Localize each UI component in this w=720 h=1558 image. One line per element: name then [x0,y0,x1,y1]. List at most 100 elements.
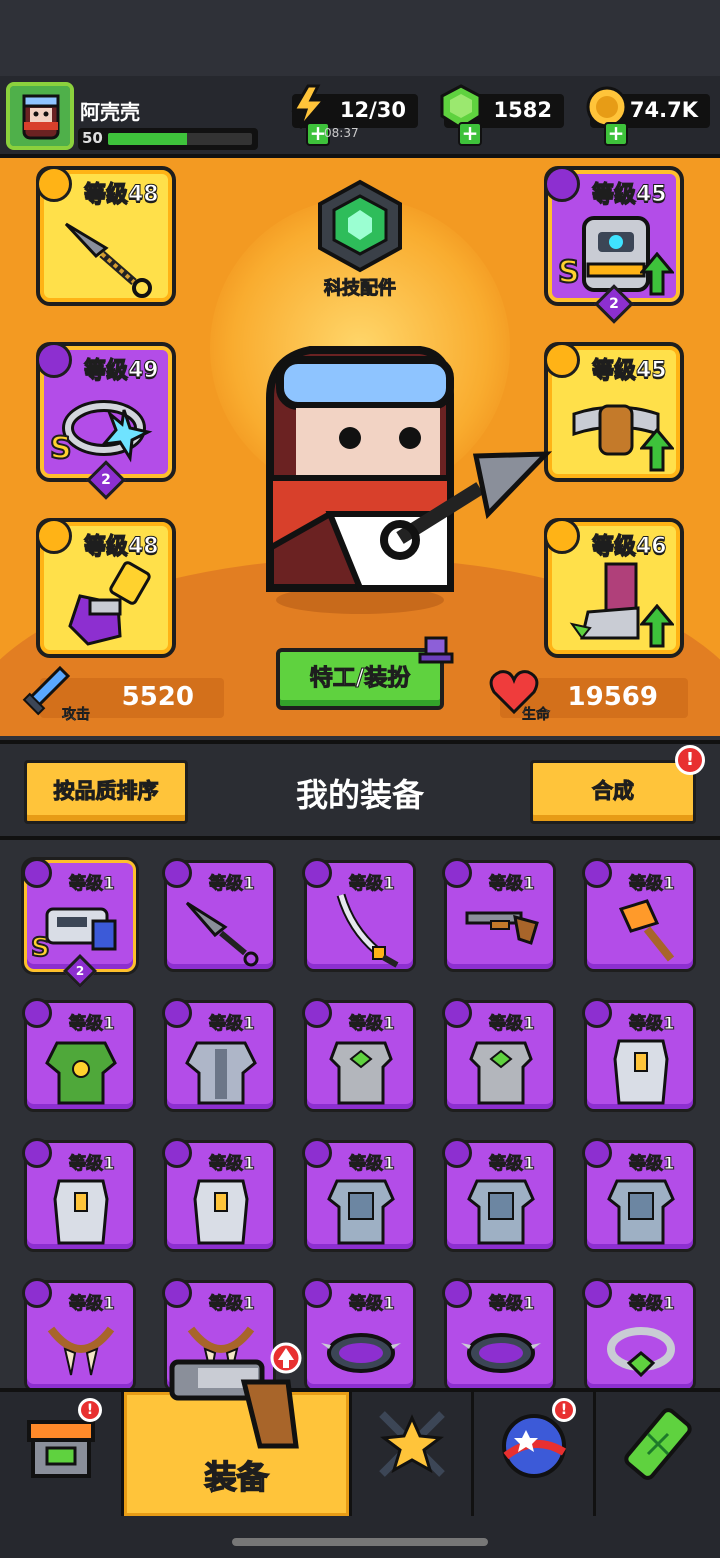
ninja-avatar-icon [10,86,70,146]
kunai-icon [64,222,152,298]
category-icon [162,858,192,888]
challenge-alert-badge: ! [552,1398,576,1422]
nav-equipment[interactable]: 装备 [124,1342,352,1516]
equipped-weapon-slot[interactable]: 等级48 [36,166,176,306]
equipment-item[interactable]: 等级1 [582,858,696,972]
armor-tier: S [557,254,581,291]
equipment-item[interactable]: 等级1 [442,998,556,1112]
ninja-character [266,346,553,614]
merge-button[interactable]: 合成 ! [530,745,705,824]
category-icon [442,1278,472,1308]
equipment-header: 按品质排序 我的装备 合成 ! [0,740,720,840]
category-icon [162,1278,192,1308]
top-bar: 阿壳壳 50 + 12/30 08:37 + 1582 + 74.7K [0,76,720,158]
energy-counter[interactable]: + 12/30 08:37 [291,84,418,146]
coin-value: 74.7K [629,98,698,122]
tech-parts-button[interactable]: 科技配件 [314,178,406,300]
player-avatar[interactable] [6,82,74,150]
coin-counter[interactable]: + 74.7K [586,86,710,146]
fang-necklace-icon [47,1326,115,1376]
equipment-item[interactable]: 等级1 [22,998,136,1112]
nav-equipment-label: 装备 [204,1457,270,1497]
attack-value: 5520 [121,682,194,712]
revolver-icon [169,1342,302,1449]
health-stat: 生命 19569 [489,670,688,723]
dna-vial-icon [624,1408,692,1480]
xp-fill [108,133,188,145]
category-icon [582,858,612,888]
category-icon [22,998,52,1028]
nav-battle[interactable] [352,1392,474,1516]
gem-counter[interactable]: + 1582 [440,84,564,146]
player-level-bar: 50 [78,128,258,150]
bottom-nav: ! 装备 ! [0,1342,720,1558]
equipment-item[interactable]: 等级1 [162,858,276,972]
equipment-item[interactable]: 等级1 [582,1278,696,1388]
weapon-icon [36,166,72,202]
chain-vest-icon [467,1179,535,1245]
category-icon [302,998,332,1028]
nav-shop[interactable]: ! [0,1392,124,1516]
equipment-item[interactable]: 等级1 [22,1138,136,1252]
equipment-item[interactable]: 等级1 [442,1278,556,1388]
equipped-gloves-slot[interactable]: 等级48 [36,518,176,658]
nav-challenge[interactable]: ! [474,1392,596,1516]
attack-stat: 攻击 5520 [22,665,224,723]
category-icon [302,1278,332,1308]
leaf-armor-icon [45,1041,117,1105]
equipment-item[interactable]: 等级1 [442,858,556,972]
tech-parts-label: 科技配件 [324,278,397,300]
energy-value: 12/30 [339,98,406,122]
plate-vest-icon [613,1039,669,1105]
chain-vest-icon [327,1179,395,1245]
category-icon [582,998,612,1028]
equipment-item-tier: S [30,932,51,964]
equipment-item[interactable]: 等级1 [302,1138,416,1252]
shop-alert-badge: ! [78,1398,102,1422]
category-icon [442,858,472,888]
hex-chip-icon [318,179,402,273]
equipment-item[interactable]: 等级1 [582,1138,696,1252]
nav-lab[interactable] [596,1392,720,1516]
equipped-necklace-slot[interactable]: 等级49 S 2 [36,342,176,500]
category-icon [302,1138,332,1168]
status-bar [0,0,720,76]
upgrade-arrow-icon [640,428,674,472]
equipment-item[interactable]: 等级1 [162,998,276,1112]
category-icon [442,998,472,1028]
equipment-item[interactable]: 等级1 [302,858,416,972]
spiked-collar-icon [461,1333,541,1373]
agent-costume-button[interactable]: 特工/装扮 [276,636,454,710]
player-level: 50 [82,129,103,147]
category-icon [162,1138,192,1168]
shirt-icon [544,166,580,202]
equipment-item[interactable]: 等级1 S 2 [22,858,136,988]
attack-label: 攻击 [62,707,91,724]
armor-stars: 2 [609,296,619,312]
equipment-item[interactable]: 等级1 [22,1278,136,1388]
health-value: 19569 [567,682,658,712]
crossed-swords-star-icon [378,1411,445,1477]
equipment-item[interactable]: 等级1 [442,1138,556,1252]
merge-label: 合成 [592,779,635,804]
gem-vest-icon [329,1041,393,1105]
gauntlet-icon [68,561,151,646]
equipment-item[interactable]: 等级1 [582,998,696,1112]
character-panel: 等级48 等级49 S 2 等级48 等级45 S 2 等级45 等级46 科技… [0,158,720,736]
category-icon [22,1138,52,1168]
equipment-item[interactable]: 等级1 [162,1138,276,1252]
gem-ring-icon [607,1327,675,1378]
equipped-armor-slot[interactable]: 等级45 S 2 [544,166,684,324]
category-icon [22,1278,52,1308]
coin-add-button[interactable]: + [604,122,628,146]
equipped-boots-slot[interactable]: 等级46 [544,518,684,658]
equipment-item[interactable]: 等级1 [302,1278,416,1388]
merge-alert-badge: ! [675,745,705,775]
plate-vest-icon [53,1179,109,1245]
equipment-item[interactable]: 等级1 [302,998,416,1112]
gem-add-button[interactable]: + [458,122,482,146]
home-indicator [232,1538,488,1546]
gem-value: 1582 [493,98,552,122]
equipped-belt-slot[interactable]: 等级45 [544,342,684,482]
hat-icon [418,636,454,664]
